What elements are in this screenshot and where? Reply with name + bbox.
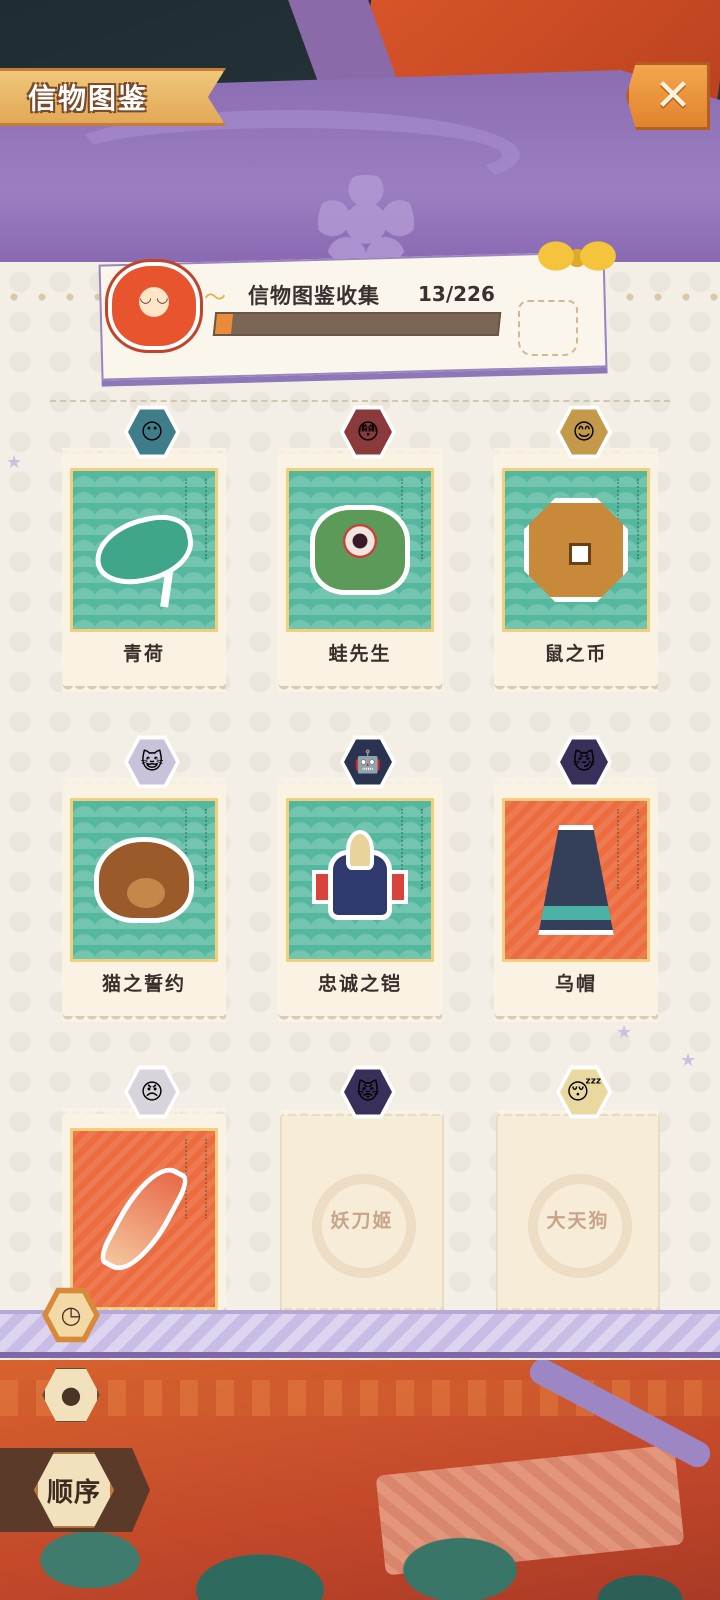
script-decoration [185, 1139, 207, 1219]
relic-card[interactable] [62, 1114, 226, 1316]
divider [50, 400, 670, 402]
relic-card[interactable]: 青荷 [62, 454, 226, 692]
relic-card[interactable]: 忠诚之铠 [278, 784, 442, 1022]
relic-card-art [70, 468, 218, 632]
page-title: 信物图鉴 [28, 82, 149, 115]
relic-card-name: 猫之誓约 [101, 973, 186, 995]
relic-card[interactable]: 乌帽 [494, 784, 658, 1022]
collection-progress-fill [214, 314, 234, 334]
relic-card-art [70, 1128, 218, 1310]
coin-icon [524, 498, 628, 602]
leaf-icon [88, 508, 200, 608]
script-decoration [617, 809, 639, 889]
gift-bag-icon[interactable] [518, 300, 578, 356]
relic-card-name: 蛙先生 [328, 643, 392, 665]
relic-card[interactable]: 猫之誓约 [62, 784, 226, 1022]
relic-card-locked[interactable]: 妖刀姬 [280, 1114, 444, 1314]
swirl-icon: 〜 [204, 286, 227, 311]
close-x-icon: ✕ [654, 70, 692, 121]
star-decoration: ★ [6, 452, 23, 473]
shikigami-avatar-8: 😾 [344, 1069, 392, 1115]
relic-card-name: 大天狗 [546, 1210, 610, 1232]
relic-card-locked[interactable]: 大天狗 [496, 1114, 660, 1314]
relic-card[interactable]: 鼠之币 [494, 454, 658, 692]
collection-progress-bar [212, 312, 502, 336]
shikigami-avatar-2: 😳 [344, 409, 392, 455]
feather-icon [95, 1155, 193, 1283]
clock-icon: ◷ [48, 1293, 94, 1337]
collection-count: 13/226 [418, 282, 495, 306]
panel-bottom-border [0, 1310, 720, 1358]
gift-bow-icon[interactable] [534, 226, 620, 292]
paw-icon [94, 837, 194, 923]
close-button[interactable]: ✕ [626, 62, 710, 130]
daruma-face-icon: ◡ ◡ [139, 290, 169, 306]
relic-card[interactable]: 蛙先生 [278, 454, 442, 692]
shikigami-avatar-4: 😺 [128, 739, 176, 785]
relic-card-art [70, 798, 218, 962]
shikigami-avatar-7: 😠 [128, 1069, 176, 1115]
relic-card-name: 忠诚之铠 [317, 973, 402, 995]
relic-card-name: 妖刀姬 [330, 1210, 394, 1232]
relic-card-art [286, 468, 434, 632]
shikigami-avatar-9: 😴 [560, 1069, 608, 1115]
relic-card-art [502, 798, 650, 962]
armor-icon [312, 830, 408, 930]
relic-card-art [502, 468, 650, 632]
relic-card-name: 鼠之币 [544, 643, 608, 665]
shikigami-avatar-3: 😊 [560, 409, 608, 455]
collection-label: 信物图鉴收集 [248, 284, 380, 308]
shikigami-avatar-5: 🤖 [344, 739, 392, 785]
relic-card-art [286, 798, 434, 962]
hat-icon [538, 825, 614, 935]
frog-icon [310, 505, 410, 595]
sort-label: 顺序 [46, 1477, 101, 1508]
star-decoration: ★ [680, 1050, 697, 1071]
relic-card-name: 乌帽 [554, 973, 597, 995]
shikigami-filter-icon: ● [60, 1381, 82, 1409]
relic-card-name: 青荷 [122, 643, 165, 665]
title-banner: 信物图鉴 [0, 68, 226, 126]
shikigami-avatar-6: 😼 [560, 739, 608, 785]
shikigami-avatar-1: 😶 [128, 409, 176, 455]
star-decoration: ★ [616, 1022, 633, 1043]
